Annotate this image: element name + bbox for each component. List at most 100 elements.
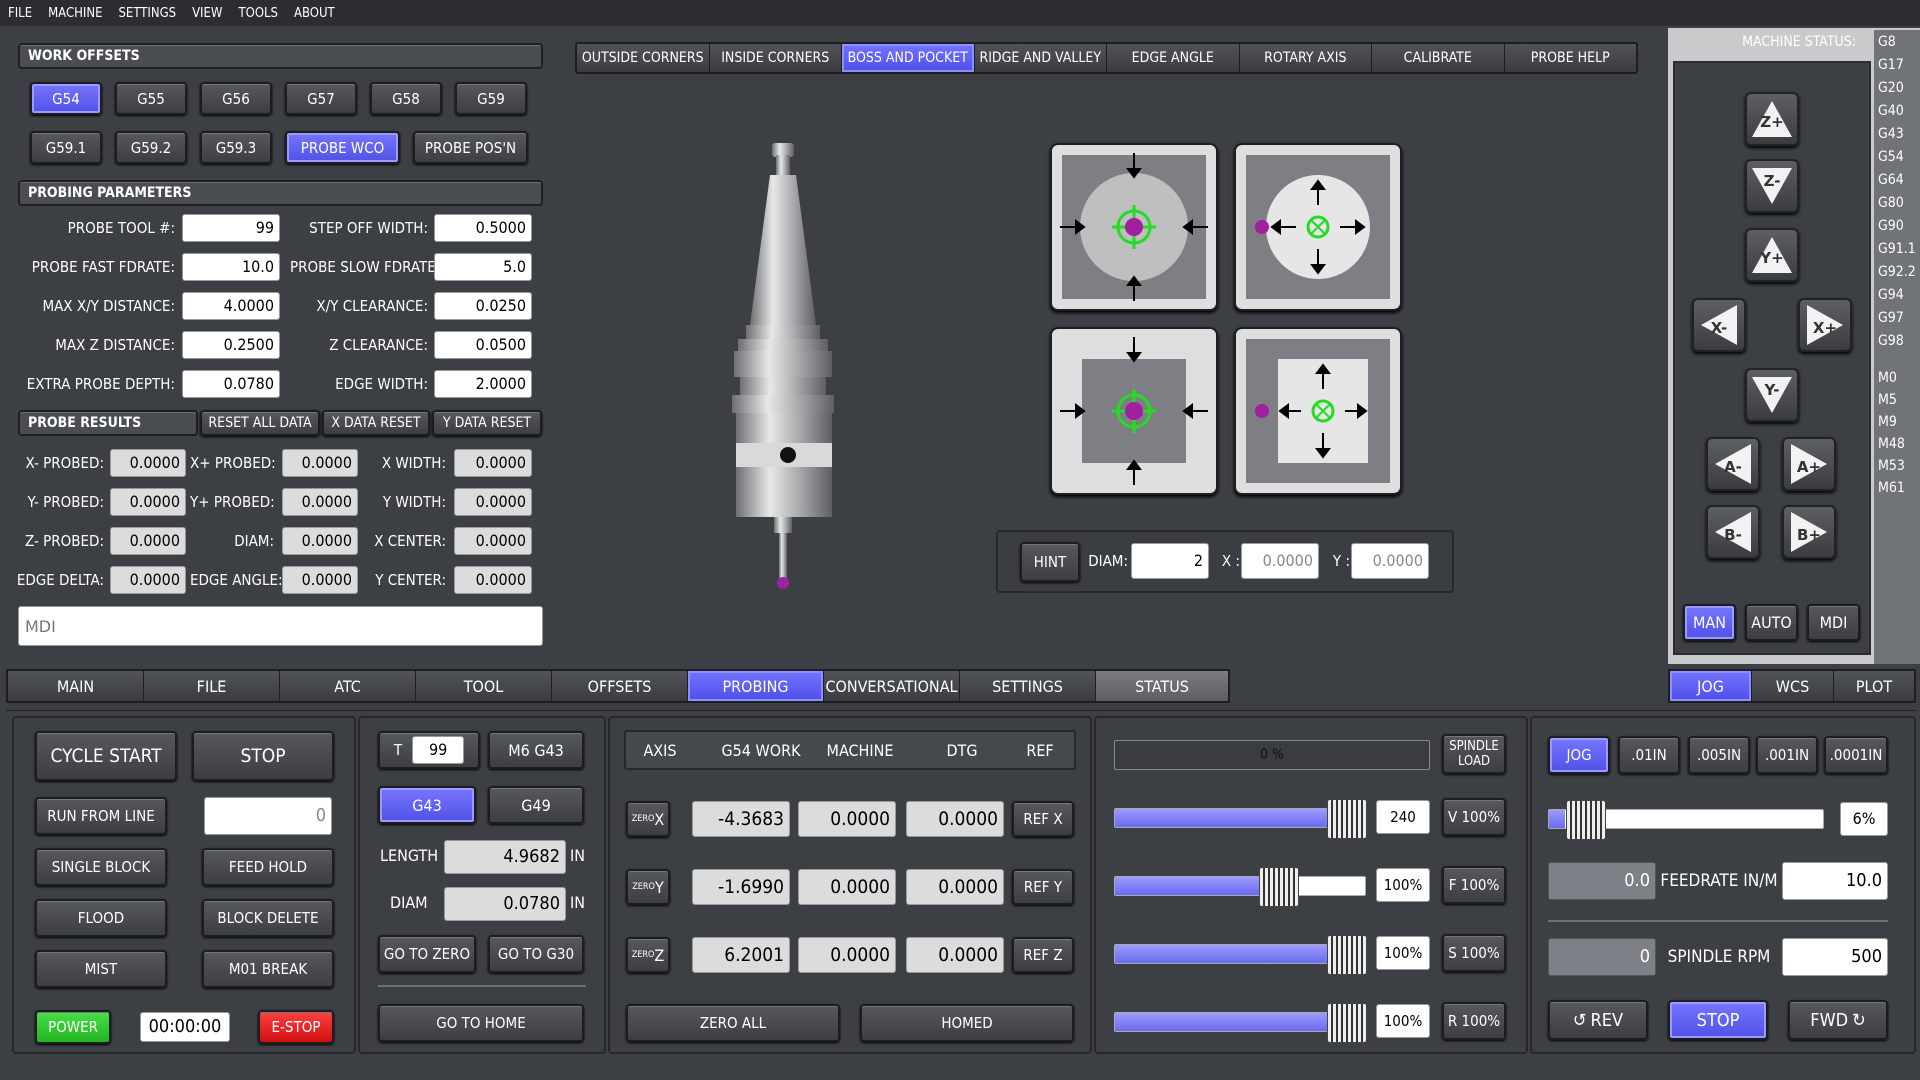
mist-button[interactable]: MIST <box>35 950 167 988</box>
probe-wco-button[interactable]: PROBE WCO <box>285 131 400 164</box>
tab-ridge-and-valley[interactable]: RIDGE AND VALLEY <box>974 44 1107 72</box>
wco-g59-2-button[interactable]: G59.2 <box>115 131 187 164</box>
tab-jog[interactable]: JOG <box>1670 671 1752 701</box>
r-override-slider[interactable] <box>1114 1003 1368 1043</box>
ref-z-button[interactable]: REF Z <box>1012 937 1074 973</box>
max-xy-distance-field[interactable]: 4.0000 <box>182 292 280 320</box>
xy-clearance-field[interactable]: 0.0250 <box>434 292 532 320</box>
g49-button[interactable]: G49 <box>488 786 584 824</box>
jog-increment-button[interactable]: .01IN <box>1618 736 1680 774</box>
menu-about[interactable]: ABOUT <box>294 6 335 21</box>
go-to-g30-button[interactable]: GO TO G30 <box>488 935 584 973</box>
spindle-override-reset-button[interactable]: S 100% <box>1442 934 1506 972</box>
spindle-stop-button[interactable]: STOP <box>1668 1000 1768 1040</box>
hint-y-field[interactable]: 0.0000 <box>1351 543 1429 579</box>
estop-button[interactable]: E-STOP <box>258 1010 334 1044</box>
go-to-zero-button[interactable]: GO TO ZERO <box>378 935 476 973</box>
z-clearance-field[interactable]: 0.0500 <box>434 331 532 359</box>
menu-tools[interactable]: TOOLS <box>238 6 278 21</box>
jog-b-minus-button[interactable]: B- <box>1706 505 1760 559</box>
run-from-line-field[interactable]: 0 <box>204 797 332 835</box>
run-from-line-button[interactable]: RUN FROM LINE <box>35 797 167 835</box>
mode-man-button[interactable]: MAN <box>1683 604 1736 641</box>
tab-offsets[interactable]: OFFSETS <box>552 671 688 701</box>
jog-increment-button[interactable]: .0001IN <box>1824 736 1888 774</box>
zero-z-button[interactable]: ZERO Z <box>626 937 670 973</box>
flood-button[interactable]: FLOOD <box>35 899 167 937</box>
wco-g55-button[interactable]: G55 <box>115 82 187 115</box>
hint-diam-field[interactable]: 2 <box>1131 543 1209 579</box>
jog-x-minus-button[interactable]: X- <box>1692 298 1746 352</box>
y-data-reset-button[interactable]: Y DATA RESET <box>432 410 542 436</box>
mdi-input[interactable] <box>18 606 543 646</box>
tab-settings[interactable]: SETTINGS <box>960 671 1096 701</box>
jog-speed-knob[interactable] <box>1565 800 1606 840</box>
jog-a-minus-button[interactable]: A- <box>1706 437 1760 491</box>
extra-probe-depth-field[interactable]: 0.0780 <box>182 370 280 398</box>
boss-diameter-probe-card[interactable] <box>1050 143 1218 311</box>
tab-inside-corners[interactable]: INSIDE CORNERS <box>709 44 842 72</box>
spindle-rev-button[interactable]: ↺ REV <box>1548 1000 1648 1040</box>
pocket-rectangle-probe-card[interactable] <box>1234 327 1402 495</box>
g43-button[interactable]: G43 <box>378 786 476 824</box>
power-button[interactable]: POWER <box>35 1010 111 1044</box>
step-off-width-field[interactable]: 0.5000 <box>434 214 532 242</box>
menu-file[interactable]: FILE <box>8 6 32 21</box>
rapid-override-reset-button[interactable]: V 100% <box>1442 798 1506 836</box>
jog-z-minus-button[interactable]: Z- <box>1745 159 1799 213</box>
spindle-fwd-button[interactable]: FWD ↻ <box>1788 1000 1888 1040</box>
wco-g59-button[interactable]: G59 <box>455 82 527 115</box>
r-override-reset-button[interactable]: R 100% <box>1442 1002 1506 1040</box>
cycle-start-button[interactable]: CYCLE START <box>35 731 177 781</box>
boss-rectangle-probe-card[interactable] <box>1050 327 1218 495</box>
x-data-reset-button[interactable]: X DATA RESET <box>322 410 430 436</box>
spindle-override-slider[interactable] <box>1114 935 1368 975</box>
zero-y-button[interactable]: ZERO Y <box>626 869 670 905</box>
tab-tool[interactable]: TOOL <box>416 671 552 701</box>
m6-g43-button[interactable]: M6 G43 <box>488 731 584 769</box>
probe-slow-feed-field[interactable]: 5.0 <box>434 253 532 281</box>
tab-outside-corners[interactable]: OUTSIDE CORNERS <box>577 44 710 72</box>
feed-override-slider[interactable] <box>1114 867 1366 907</box>
tab-status[interactable]: STATUS <box>1096 671 1228 701</box>
spindle-rpm-field[interactable]: 500 <box>1782 938 1888 976</box>
override-knob[interactable] <box>1327 799 1368 839</box>
feed-hold-button[interactable]: FEED HOLD <box>202 848 334 886</box>
pocket-diameter-probe-card[interactable] <box>1234 143 1402 311</box>
wco-g57-button[interactable]: G57 <box>285 82 357 115</box>
jog-b-minusplus-button[interactable]: B+ <box>1782 505 1836 559</box>
wco-g54-button[interactable]: G54 <box>30 82 102 115</box>
jog-a-minusplus-button[interactable]: A+ <box>1782 437 1836 491</box>
jog-y-minusplus-button[interactable]: Y+ <box>1745 228 1799 282</box>
block-delete-button[interactable]: BLOCK DELETE <box>202 899 334 937</box>
mode-auto-button[interactable]: AUTO <box>1745 604 1798 641</box>
jog-x-minusplus-button[interactable]: X+ <box>1798 298 1852 352</box>
tab-probe-help[interactable]: PROBE HELP <box>1504 44 1636 72</box>
jog-increment-button[interactable]: .001IN <box>1756 736 1818 774</box>
tool-number-field[interactable]: 99 <box>412 736 465 764</box>
tab-file[interactable]: FILE <box>144 671 280 701</box>
max-z-distance-field[interactable]: 0.2500 <box>182 331 280 359</box>
single-block-button[interactable]: SINGLE BLOCK <box>35 848 167 886</box>
zero-x-button[interactable]: ZERO X <box>626 801 670 837</box>
tab-rotary-axis[interactable]: ROTARY AXIS <box>1239 44 1372 72</box>
jog-increment-button[interactable]: .005IN <box>1688 736 1750 774</box>
wco-g59-1-button[interactable]: G59.1 <box>30 131 102 164</box>
homed-button[interactable]: HOMED <box>860 1004 1074 1042</box>
probe-tool-field[interactable]: 99 <box>182 214 280 242</box>
tab-edge-angle[interactable]: EDGE ANGLE <box>1107 44 1240 72</box>
go-to-home-button[interactable]: GO TO HOME <box>378 1004 584 1042</box>
menu-view[interactable]: VIEW <box>192 6 222 21</box>
jog-y-minus-button[interactable]: Y- <box>1745 368 1799 422</box>
override-knob[interactable] <box>1327 935 1368 975</box>
tab-main[interactable]: MAIN <box>8 671 144 701</box>
probe-fast-feed-field[interactable]: 10.0 <box>182 253 280 281</box>
feedrate-field[interactable]: 10.0 <box>1782 862 1888 900</box>
jog-speed-slider[interactable] <box>1548 800 1824 840</box>
menu-settings[interactable]: SETTINGS <box>119 6 177 21</box>
menu-machine[interactable]: MACHINE <box>48 6 102 21</box>
wco-g59-3-button[interactable]: G59.3 <box>200 131 272 164</box>
hint-button[interactable]: HINT <box>1020 542 1080 582</box>
jog-increment-button[interactable]: JOG <box>1548 736 1610 774</box>
tab-atc[interactable]: ATC <box>280 671 416 701</box>
